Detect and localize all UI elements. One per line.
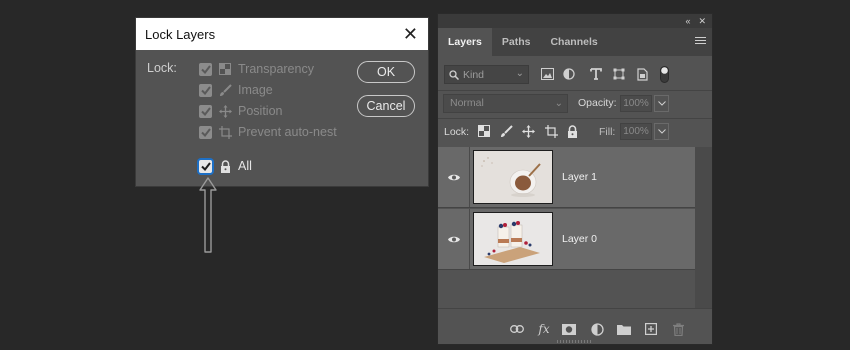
opacity-input[interactable]: 100% [620, 95, 652, 112]
brush-icon [218, 83, 232, 97]
lock-all-option[interactable]: All [199, 159, 252, 173]
add-mask-icon[interactable] [562, 322, 576, 336]
prevent-auto-nest-option: Prevent auto-nest [199, 125, 337, 139]
shape-filter-icon[interactable] [612, 67, 626, 81]
tab-channels[interactable]: Channels [540, 28, 607, 56]
chevron-down-icon [657, 101, 666, 106]
lock-label: Lock: [147, 61, 177, 75]
kind-filter-select[interactable]: Kind ⌄ [444, 65, 529, 84]
fill-label: Fill: [599, 126, 616, 138]
chevron-down-icon: ⌄ [515, 68, 524, 79]
layer-style-icon[interactable]: fx [537, 322, 551, 336]
prevent-auto-nest-checkbox [199, 125, 212, 139]
artboard-icon [218, 125, 232, 139]
panel-close-icon[interactable]: ✕ [698, 16, 706, 27]
tab-layers[interactable]: Layers [438, 28, 492, 56]
kind-filter-label: Kind [463, 68, 485, 81]
lock-transparency-icon[interactable] [477, 124, 491, 138]
move-arrows-icon [218, 104, 232, 118]
lock-position-label: Position [238, 104, 283, 118]
collapse-icon[interactable]: « [685, 16, 690, 26]
divider [438, 118, 712, 119]
adjustment-filter-icon[interactable] [562, 67, 576, 81]
ok-button[interactable]: OK [357, 61, 415, 83]
lock-transparency-option: Transparency [199, 62, 314, 76]
layers-panel: « ✕ Layers Paths Channels Kind ⌄ Normal … [438, 14, 712, 344]
lock-image-option: Image [199, 83, 273, 97]
lock-position-option: Position [199, 104, 282, 118]
lock-image-icon[interactable] [499, 124, 513, 138]
layer-thumbnail[interactable] [473, 212, 553, 266]
smart-object-filter-icon[interactable] [635, 67, 649, 81]
layer-name[interactable]: Layer 0 [562, 233, 597, 245]
scrollbar[interactable] [695, 147, 712, 308]
padlock-icon [218, 159, 232, 173]
pixel-filter-icon[interactable] [540, 67, 554, 81]
opacity-dropdown-button[interactable] [654, 95, 669, 112]
chevron-down-icon [657, 129, 666, 134]
pointer-arrow-icon [199, 177, 217, 253]
lock-all-checkbox[interactable] [199, 159, 212, 173]
lock-layers-dialog: Lock Layers ✕ Lock: Transparency Image P… [136, 18, 428, 186]
layers-list: Layer 1 Layer 0 [438, 147, 712, 308]
link-layers-icon[interactable] [510, 322, 524, 336]
panel-menu-icon[interactable] [695, 37, 706, 46]
lock-image-checkbox [199, 83, 212, 97]
visibility-toggle[interactable] [438, 209, 470, 269]
layer-row[interactable]: Layer 1 [438, 147, 695, 208]
lock-position-icon[interactable] [521, 124, 535, 138]
panel-tabs: Layers Paths Channels [438, 28, 712, 56]
close-icon[interactable]: ✕ [403, 25, 418, 43]
cancel-button[interactable]: Cancel [357, 95, 415, 117]
dessert-jars-image [474, 213, 552, 265]
lock-transparency-label: Transparency [238, 62, 314, 76]
eye-icon [447, 174, 460, 180]
new-group-icon[interactable] [617, 322, 631, 336]
coffee-cup-image [474, 151, 552, 203]
layer-row[interactable]: Layer 0 [438, 209, 695, 270]
blend-mode-value: Normal [450, 97, 484, 109]
panel-bottom-toolbar: fx [438, 308, 712, 344]
divider [438, 90, 712, 91]
layer-thumbnail[interactable] [473, 150, 553, 204]
trash-icon[interactable] [671, 322, 685, 336]
filter-toggle-icon[interactable] [657, 65, 671, 83]
fill-input[interactable]: 100% [620, 123, 652, 140]
eye-icon [447, 236, 460, 242]
blend-mode-select[interactable]: Normal ⌄ [443, 94, 568, 113]
chevron-down-icon: ⌄ [554, 98, 563, 109]
tab-paths[interactable]: Paths [492, 28, 541, 56]
search-icon [449, 69, 459, 80]
lock-image-label: Image [238, 83, 273, 97]
panel-topbar: « ✕ [438, 14, 712, 28]
dialog-titlebar: Lock Layers ✕ [136, 18, 428, 50]
lock-artboard-icon[interactable] [544, 124, 558, 138]
lock-transparency-checkbox [199, 62, 212, 76]
opacity-label: Opacity: [578, 97, 617, 109]
lock-position-checkbox [199, 104, 212, 118]
lock-all-label: All [238, 159, 252, 173]
lock-all-icon[interactable] [565, 124, 579, 138]
new-adjustment-layer-icon[interactable] [590, 322, 604, 336]
layer-name[interactable]: Layer 1 [562, 171, 597, 183]
visibility-toggle[interactable] [438, 147, 470, 207]
fill-dropdown-button[interactable] [654, 123, 669, 140]
type-filter-icon[interactable] [589, 67, 603, 81]
new-layer-icon[interactable] [644, 322, 658, 336]
checkerboard-icon [218, 62, 232, 76]
prevent-auto-nest-label: Prevent auto-nest [238, 125, 337, 139]
dialog-title: Lock Layers [145, 26, 216, 42]
panel-lock-label: Lock: [444, 126, 470, 138]
resize-grip[interactable] [557, 340, 593, 343]
